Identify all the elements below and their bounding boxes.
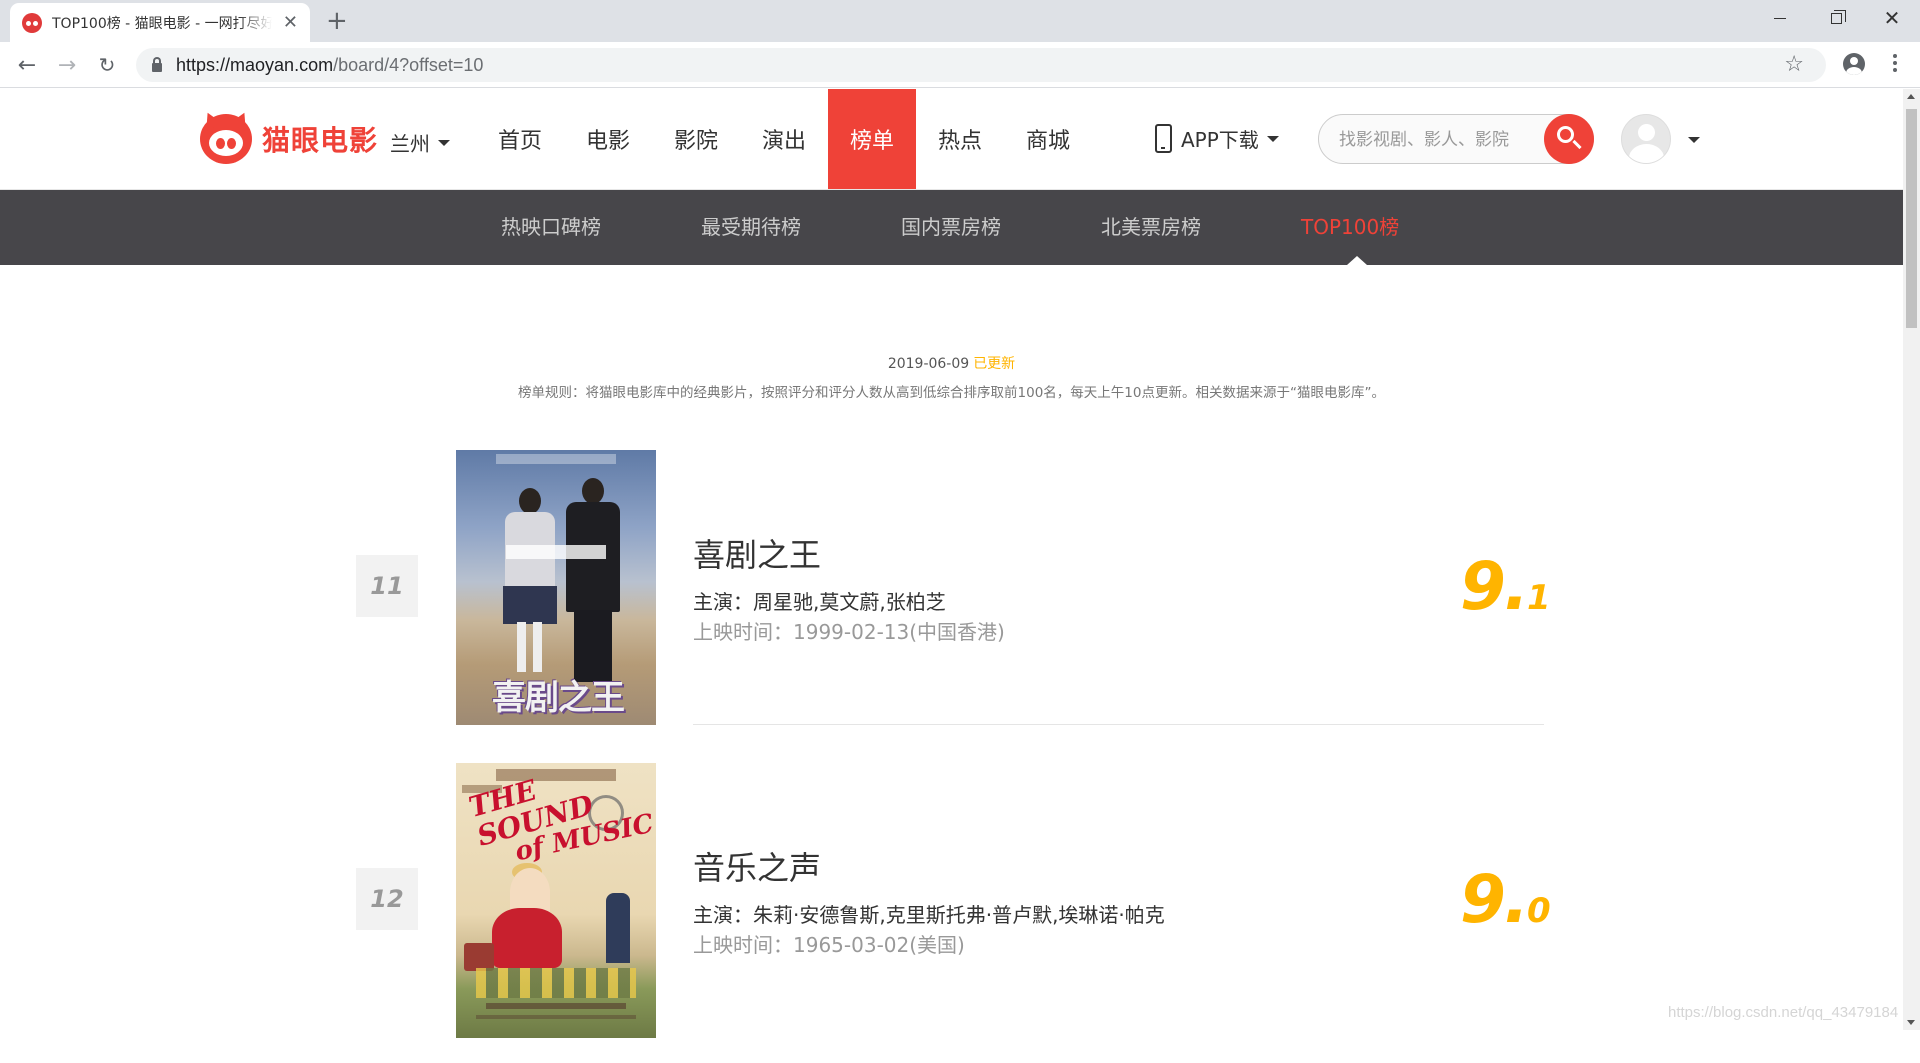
update-date: 2019-06-09	[887, 356, 970, 372]
app-download-button[interactable]: APP下载	[1155, 124, 1279, 153]
nav-shows[interactable]: 演出	[740, 89, 828, 189]
bookmark-star-icon[interactable]: ☆	[1784, 52, 1804, 77]
csdn-watermark: https://blog.csdn.net/qq_43479184	[1668, 1004, 1899, 1021]
board-subnav: 热映口碑榜 最受期待榜 国内票房榜 北美票房榜 TOP100榜	[0, 190, 1903, 265]
search-input[interactable]	[1339, 127, 1529, 153]
subnav-domestic-boxoffice[interactable]: 国内票房榜	[901, 190, 1001, 265]
subnav-na-boxoffice[interactable]: 北美票房榜	[1101, 190, 1201, 265]
browser-tabbar: TOP100榜 - 猫眼电影 - 一网打尽好电影 ✕ + ✕	[0, 0, 1920, 42]
scrollbar-thumb[interactable]	[1906, 109, 1917, 328]
tab-title: TOP100榜 - 猫眼电影 - 一网打尽好电影	[52, 15, 272, 32]
logo-text: 猫眼电影	[262, 124, 379, 157]
browser-tab[interactable]: TOP100榜 - 猫眼电影 - 一网打尽好电影 ✕	[10, 3, 310, 42]
cat-logo-icon	[199, 108, 253, 164]
chevron-down-icon	[438, 139, 450, 146]
subnav-top100[interactable]: TOP100榜	[1301, 190, 1399, 265]
window-restore-button[interactable]	[1808, 0, 1864, 36]
poster-title: 喜剧之王	[492, 678, 625, 718]
phone-icon	[1155, 124, 1172, 153]
active-indicator-arrow	[1347, 256, 1367, 265]
item-divider	[693, 724, 1544, 725]
movie-title[interactable]: 喜剧之王	[693, 530, 821, 576]
city-name: 兰州	[390, 132, 430, 156]
search-button[interactable]	[1544, 114, 1594, 164]
main-nav: 首页 电影 影院 演出 榜单 热点 商城	[476, 89, 1092, 189]
reload-icon[interactable]: ↻	[93, 51, 121, 79]
subnav-hot-reviews[interactable]: 热映口碑榜	[501, 190, 601, 265]
scroll-down-arrow-icon[interactable]	[1907, 1020, 1915, 1025]
nav-hot[interactable]: 热点	[916, 89, 1004, 189]
rank-badge: 12	[356, 868, 418, 930]
nav-boards[interactable]: 榜单	[828, 89, 916, 189]
rank-badge: 11	[356, 555, 418, 617]
movie-release: 上映时间：1965-03-02(美国)	[693, 933, 965, 957]
nav-mall[interactable]: 商城	[1004, 89, 1092, 189]
back-arrow-icon[interactable]: ←	[13, 51, 41, 79]
subnav-most-expected[interactable]: 最受期待榜	[701, 190, 801, 265]
search-box	[1318, 114, 1594, 164]
lock-icon[interactable]	[152, 56, 162, 72]
board-rules: 榜单规则：将猫眼电影库中的经典影片，按照评分和评分人数从高到低综合排序取前100…	[518, 385, 1385, 401]
movie-item: 12 THE SOUND of MUSIC 音乐之声 主演：朱莉·安德鲁斯,克里…	[0, 763, 1903, 1063]
movie-title[interactable]: 音乐之声	[693, 843, 821, 889]
scroll-up-arrow-icon[interactable]	[1907, 94, 1915, 99]
window-close-button[interactable]: ✕	[1864, 0, 1920, 36]
movie-score: 9.0	[1460, 861, 1551, 938]
city-selector[interactable]: 兰州	[390, 128, 450, 157]
nav-cinemas[interactable]: 影院	[652, 89, 740, 189]
app-download-label: APP下载	[1181, 128, 1259, 152]
url-text: https://maoyan.com/board/4?offset=10	[176, 54, 484, 75]
movie-stars: 主演：朱莉·安德鲁斯,克里斯托弗·普卢默,埃琳诺·帕克	[693, 903, 1165, 927]
user-menu-chevron-icon[interactable]	[1688, 137, 1700, 143]
movie-stars: 主演：周星驰,莫文蔚,张柏芝	[693, 590, 946, 614]
update-info: 2019-06-09 已更新	[0, 353, 1903, 373]
page-scrollbar[interactable]	[1903, 89, 1920, 1030]
movie-score: 9.1	[1460, 548, 1551, 625]
movie-poster[interactable]: 喜剧之王	[456, 450, 656, 725]
close-tab-icon[interactable]: ✕	[283, 12, 298, 33]
user-avatar[interactable]	[1621, 114, 1671, 164]
maoyan-logo[interactable]: 猫眼电影	[199, 108, 379, 164]
new-tab-button[interactable]: +	[326, 6, 348, 36]
movie-poster[interactable]: THE SOUND of MUSIC	[456, 763, 656, 1038]
maoyan-favicon-icon	[22, 12, 42, 33]
browser-toolbar: ← → ↻ https://maoyan.com/board/4?offset=…	[0, 42, 1920, 88]
chevron-down-icon	[1266, 135, 1279, 142]
movie-item: 11 喜剧之王 喜剧之王 主演：周星驰,莫文蔚,张柏芝 上映时间：1999-02…	[0, 450, 1903, 750]
address-bar[interactable]: https://maoyan.com/board/4?offset=10 ☆	[136, 48, 1826, 82]
site-header: 猫眼电影 兰州 首页 电影 影院 演出 榜单 热点 商城 APP下载	[0, 89, 1903, 190]
updated-tag: 已更新	[973, 356, 1016, 372]
movie-release: 上映时间：1999-02-13(中国香港)	[693, 620, 1005, 644]
nav-movies[interactable]: 电影	[564, 89, 652, 189]
browser-menu-icon[interactable]	[1893, 54, 1897, 72]
browser-profile-icon[interactable]	[1843, 53, 1865, 75]
window-minimize-button[interactable]	[1752, 0, 1808, 36]
nav-home[interactable]: 首页	[476, 89, 564, 189]
forward-arrow-icon[interactable]: →	[53, 51, 81, 79]
